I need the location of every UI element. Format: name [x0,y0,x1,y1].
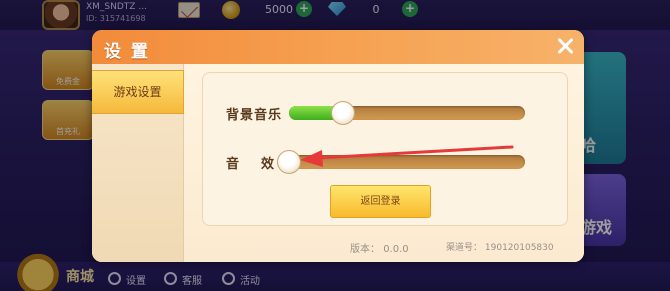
annotation-arrow-icon [300,145,514,167]
